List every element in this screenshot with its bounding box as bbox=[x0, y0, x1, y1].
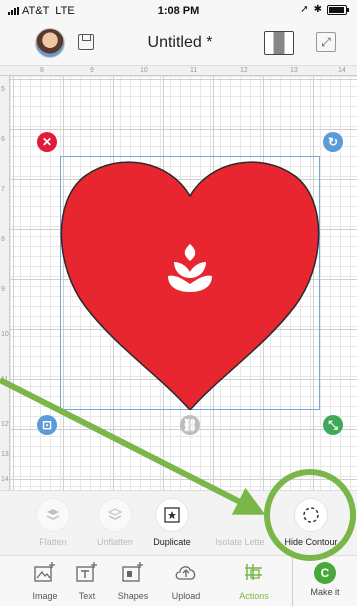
layers-panel-icon[interactable] bbox=[264, 31, 294, 55]
expand-icon[interactable]: ⤢ bbox=[316, 32, 336, 52]
shapes-icon bbox=[122, 562, 143, 582]
ruler-mark: 10 bbox=[1, 331, 9, 338]
save-icon[interactable] bbox=[78, 34, 94, 50]
duplicate-icon bbox=[155, 498, 189, 532]
app-header: Untitled * ⤢ bbox=[0, 22, 357, 66]
make-it-button[interactable]: C Make it bbox=[292, 556, 357, 606]
hide-contour-icon bbox=[294, 498, 328, 532]
ruler-mark: 10 bbox=[140, 67, 148, 74]
battery-icon bbox=[327, 4, 349, 15]
status-right: ➚ ✱ bbox=[300, 4, 349, 15]
ruler-mark: 8 bbox=[40, 67, 44, 74]
tab-upload-label: Upload bbox=[171, 591, 201, 601]
ruler-mark: 13 bbox=[1, 451, 9, 458]
duplicate-label: Duplicate bbox=[153, 537, 191, 547]
tab-shapes-label: Shapes bbox=[117, 591, 149, 601]
project-title: Untitled * bbox=[147, 34, 213, 51]
unflatten-icon bbox=[98, 498, 132, 532]
tab-text-label: Text bbox=[78, 591, 96, 601]
lock-handle-icon[interactable]: ⊡ bbox=[37, 415, 57, 435]
ruler-mark: 9 bbox=[1, 286, 5, 293]
link-handle-icon[interactable]: ⛓ bbox=[180, 415, 200, 435]
ruler-mark: 7 bbox=[1, 186, 5, 193]
ruler-mark: 14 bbox=[1, 476, 9, 483]
ruler-mark: 9 bbox=[90, 67, 94, 74]
ruler-mark: 11 bbox=[1, 376, 9, 383]
image-icon bbox=[34, 562, 55, 582]
ruler-mark: 14 bbox=[338, 67, 346, 74]
rotate-handle-icon[interactable]: ↻ bbox=[323, 132, 343, 152]
tab-shapes[interactable]: Shapes bbox=[110, 556, 156, 606]
ruler-mark: 6 bbox=[1, 136, 5, 143]
delete-handle-icon[interactable]: ✕ bbox=[37, 132, 57, 152]
tab-actions[interactable]: Actions bbox=[231, 556, 277, 606]
flatten-label: Flatten bbox=[39, 537, 67, 547]
duplicate-button[interactable]: Duplicate bbox=[137, 491, 207, 556]
tab-image-label: Image bbox=[32, 591, 58, 601]
ruler-top: 8 9 10 11 12 13 14 bbox=[0, 66, 357, 76]
ruler-mark: 12 bbox=[240, 67, 248, 74]
location-icon: ➚ bbox=[300, 4, 309, 15]
upload-cloud-icon bbox=[175, 566, 196, 580]
tab-upload[interactable]: Upload bbox=[163, 556, 209, 606]
flatten-button[interactable]: Flatten bbox=[18, 491, 88, 556]
bluetooth-icon: ✱ bbox=[313, 4, 322, 15]
design-canvas[interactable]: 8 9 10 11 12 13 14 5 6 7 8 9 10 11 12 13… bbox=[0, 66, 357, 490]
make-it-icon: C bbox=[314, 562, 336, 584]
ruler-mark: 5 bbox=[1, 86, 5, 93]
avatar[interactable] bbox=[35, 28, 65, 58]
text-icon bbox=[76, 562, 97, 582]
ruler-left: 5 6 7 8 9 10 11 12 13 14 bbox=[0, 76, 10, 490]
hide-contour-button[interactable]: Hide Contour bbox=[276, 491, 346, 556]
ruler-mark: 11 bbox=[190, 67, 198, 74]
ruler-mark: 12 bbox=[1, 421, 9, 428]
actions-icon bbox=[245, 564, 262, 580]
heart-shape[interactable] bbox=[60, 156, 320, 410]
isolate-letters-label: Isolate Lette bbox=[215, 537, 265, 547]
actions-toolbar: Flatten Unflatten Duplicate Isolate Lett… bbox=[0, 490, 357, 555]
tab-image[interactable]: Image bbox=[22, 556, 68, 606]
tab-text[interactable]: Text bbox=[64, 556, 110, 606]
bottom-tab-bar: Image Text Shapes Upload Actions C Make … bbox=[0, 555, 357, 606]
hide-contour-label: Hide Contour bbox=[284, 537, 338, 547]
tab-actions-label: Actions bbox=[239, 591, 269, 601]
status-bar: AT&T LTE 1:08 PM ➚ ✱ bbox=[0, 0, 357, 22]
make-it-label: Make it bbox=[310, 587, 340, 597]
ruler-mark: 13 bbox=[290, 67, 298, 74]
flatten-icon bbox=[36, 498, 70, 532]
ruler-mark: 8 bbox=[1, 236, 5, 243]
isolate-letters-button[interactable]: Isolate Lette bbox=[205, 491, 275, 556]
resize-handle-icon[interactable]: ⤡ bbox=[323, 415, 343, 435]
